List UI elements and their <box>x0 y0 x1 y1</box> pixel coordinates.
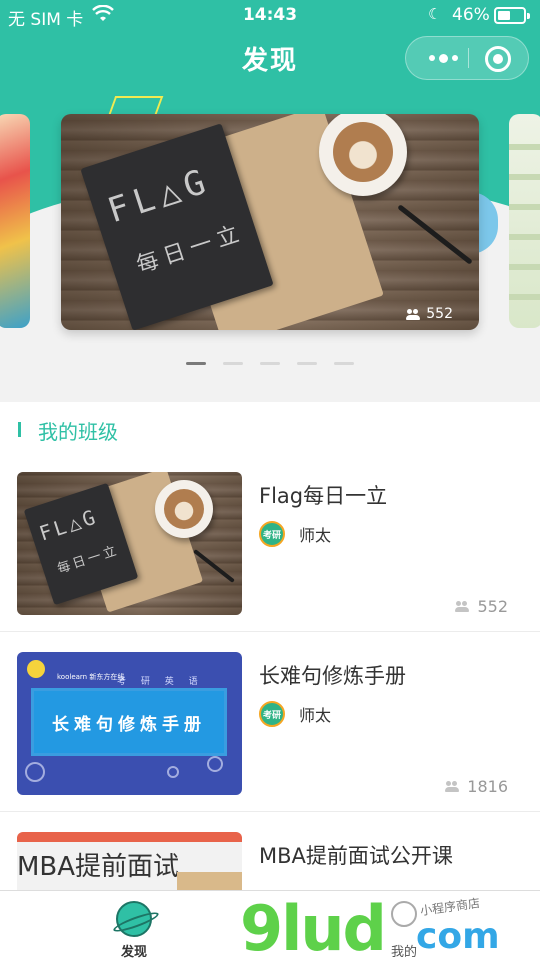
carousel-dot[interactable] <box>297 362 317 365</box>
status-bar: 无 SIM 卡 14:43 ☾ 46% <box>0 0 540 30</box>
avatar: 考研 <box>259 701 285 727</box>
capsule-divider <box>468 48 469 68</box>
teacher-name: 师太 <box>299 526 332 545</box>
course-title: 长难句修炼手册 <box>259 664 406 688</box>
course-title: Flag每日一立 <box>259 484 388 508</box>
carousel-dot[interactable] <box>223 362 243 365</box>
course-member-count: 1816 <box>445 777 508 796</box>
carousel-dot[interactable] <box>334 362 354 365</box>
carousel-dot[interactable] <box>260 362 280 365</box>
close-mini-program-button[interactable] <box>485 46 511 72</box>
teacher-name: 师太 <box>299 706 332 725</box>
tab-mine[interactable]: 我的 <box>344 891 464 960</box>
course-member-count: 552 <box>455 597 508 616</box>
banner-carousel[interactable]: FL△G 每日一立 552 <box>0 96 540 402</box>
battery-icon <box>494 7 530 24</box>
moon-icon: ☾ <box>428 5 442 23</box>
mini-program-capsule <box>405 36 529 80</box>
section-header: 我的班级 <box>0 402 540 452</box>
banner-member-count: 552 <box>406 306 453 322</box>
course-title: MBA提前面试公开课 <box>259 844 453 868</box>
course-item[interactable]: FL△G 每日一立 Flag每日一立 考研 师太 552 <box>0 452 540 632</box>
course-cover: koolearn 新东方在线 考 研 英 语 长难句修炼手册 <box>17 652 242 795</box>
section-accent-bar <box>18 422 21 437</box>
course-cover: FL△G 每日一立 <box>17 472 242 615</box>
banner-card-prev[interactable] <box>0 114 30 328</box>
banner-card-next[interactable] <box>509 114 540 328</box>
people-icon <box>445 781 460 792</box>
triangle-decoration <box>108 96 164 114</box>
course-list: FL△G 每日一立 Flag每日一立 考研 师太 552 koolearn 新东… <box>0 452 540 960</box>
planet-icon <box>116 901 152 937</box>
more-options-button[interactable] <box>418 37 468 79</box>
top-bar: 无 SIM 卡 14:43 ☾ 46% 发现 <box>0 0 540 96</box>
avatar: 考研 <box>259 521 285 547</box>
tab-discover[interactable]: 发现 <box>74 891 194 960</box>
tab-label: 我的 <box>390 945 417 960</box>
carousel-dot[interactable] <box>186 362 206 365</box>
people-icon <box>406 308 421 320</box>
people-icon <box>455 601 470 612</box>
course-teacher: 考研 师太 <box>259 521 331 547</box>
battery-percent: 46% <box>452 5 490 25</box>
course-item[interactable]: koolearn 新东方在线 考 研 英 语 长难句修炼手册 长难句修炼手册 考… <box>0 632 540 812</box>
course-teacher: 考研 师太 <box>259 701 331 727</box>
banner-card-current[interactable]: FL△G 每日一立 552 <box>61 114 479 330</box>
section-title: 我的班级 <box>38 420 118 444</box>
carousel-indicators <box>0 362 540 365</box>
tab-label: 发现 <box>120 945 147 960</box>
person-icon <box>391 901 417 927</box>
tab-bar: 发现 我的 <box>0 890 540 960</box>
